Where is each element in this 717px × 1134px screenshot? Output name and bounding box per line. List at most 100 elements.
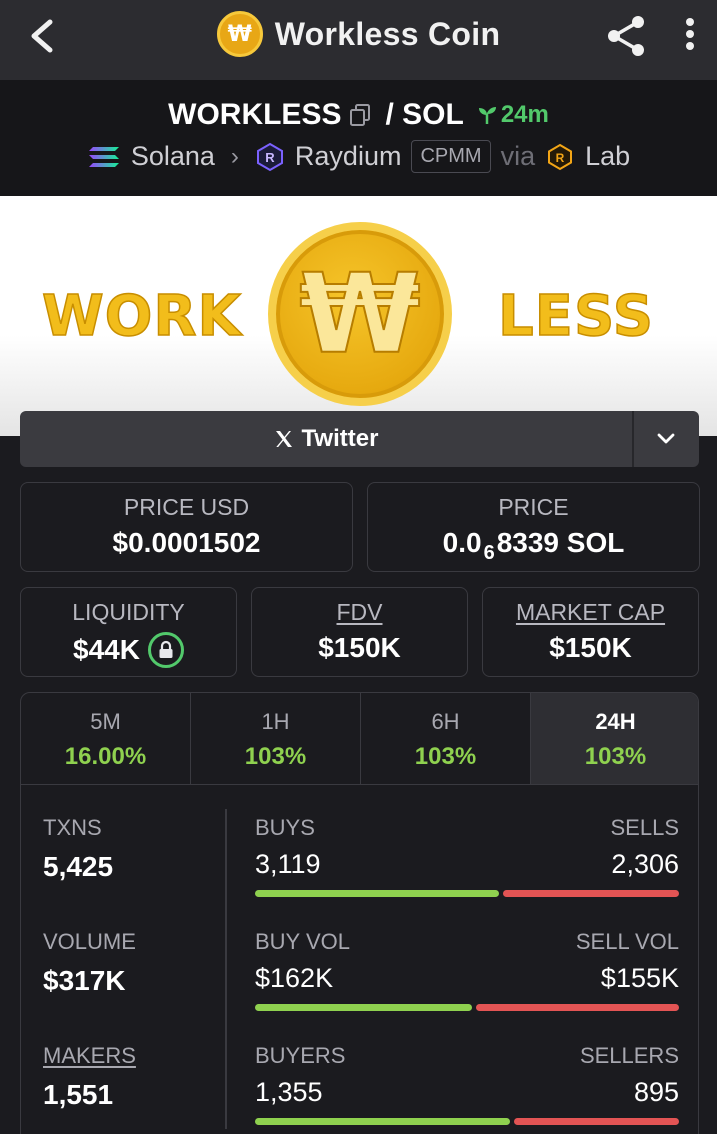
buyers-sellers-split: BUYERS SELLERS 1,355 895 (255, 1043, 679, 1125)
buy-vol-value: $162K (255, 963, 334, 993)
tab-24h[interactable]: 24H 103% (531, 693, 698, 784)
sellers-bar-fill (514, 1118, 679, 1125)
market-cap-label[interactable]: MARKET CAP (483, 599, 698, 626)
twitter-button[interactable]: Twitter (20, 411, 632, 467)
coin-logo-icon: ₩ (216, 11, 263, 57)
pair-age: 24m (476, 101, 549, 129)
raydium-logo-icon: R (256, 142, 283, 171)
buys-value: 3,119 (255, 849, 321, 879)
buys-sells-bar (255, 890, 679, 897)
pool-type-badge: CPMM (411, 140, 491, 173)
sell-vol-bar-fill (475, 1004, 679, 1011)
tab-6h[interactable]: 6H 103% (361, 693, 531, 784)
buyers-label: BUYERS (255, 1043, 346, 1068)
fdv-label[interactable]: FDV (252, 599, 467, 626)
more-vertical-icon[interactable] (678, 14, 702, 58)
pair-route: Solana › R Raydium CPMM via R Lab (0, 140, 717, 173)
sellers-value: 895 (633, 1077, 679, 1107)
market-cap-card: MARKET CAP $150K (482, 587, 699, 677)
price-native-label: PRICE (498, 494, 569, 520)
price-native-suffix: 8339 SOL (496, 527, 625, 558)
sells-bar-fill (502, 890, 679, 897)
buys-bar-fill (255, 890, 499, 897)
tab-1h-label: 1H (261, 709, 290, 734)
dex-link[interactable]: Raydium (295, 141, 402, 172)
chevron-right-icon: › (230, 142, 239, 170)
socials-bar: Twitter (20, 411, 699, 467)
lock-icon[interactable] (147, 632, 184, 668)
tab-5m-label: 5M (90, 709, 121, 734)
pair-header: WORKLESS / SOL 24m Solana › R Raydium CP… (0, 80, 717, 196)
twitter-label: Twitter (301, 425, 379, 452)
chain-link[interactable]: Solana (131, 141, 215, 172)
coin-emblem-icon: ₩ (268, 222, 452, 406)
makers-metric: MAKERS 1,551 (43, 1043, 136, 1111)
tab-6h-label: 6H (431, 709, 460, 734)
tab-6h-change: 103% (414, 743, 477, 770)
txns-value: 5,425 (43, 851, 114, 882)
buyers-bar-fill (255, 1118, 511, 1125)
sell-vol-label: SELL VOL (575, 929, 679, 954)
solana-logo-icon (88, 146, 119, 167)
buyers-bar (255, 1118, 679, 1125)
tab-5m[interactable]: 5M 16.00% (21, 693, 191, 784)
share-icon[interactable] (602, 12, 650, 60)
trading-stats-panel: 5M 16.00% 1H 103% 6H 103% 24H 103% TXNS … (20, 692, 699, 1134)
buy-vol-label: BUY VOL (255, 929, 350, 954)
page-title: Workless Coin (274, 15, 501, 52)
buyers-value: 1,355 (255, 1077, 323, 1107)
buy-vol-bar-fill (255, 1004, 472, 1011)
price-usd-value: $0.0001502 (112, 527, 261, 558)
price-native-zeros: 6 (483, 541, 495, 564)
socials-expand-button[interactable] (633, 411, 699, 467)
liquidity-card: LIQUIDITY $44K (20, 587, 237, 677)
buys-label: BUYS (255, 815, 315, 840)
coin-emblem-symbol: ₩ (298, 249, 421, 379)
copy-icon[interactable] (349, 103, 371, 127)
buys-sells-split: BUYS SELLS 3,119 2,306 (255, 815, 679, 897)
price-native-value: 0.0 6 8339 SOL (368, 527, 699, 564)
banner-text-right: LESS (497, 283, 655, 350)
fdv-card: FDV $150K (251, 587, 468, 677)
banner-text-left: WORK (41, 283, 242, 350)
makers-label[interactable]: MAKERS (43, 1043, 136, 1069)
price-usd-card: PRICE USD $0.0001502 (20, 482, 353, 572)
pair-age-text: 24m (500, 101, 549, 128)
tab-24h-change: 103% (584, 743, 647, 770)
liquidity-value-row: $44K (21, 632, 236, 668)
sells-label: SELLS (610, 815, 680, 840)
market-cap-value: $150K (549, 632, 632, 663)
timeframe-tabs: 5M 16.00% 1H 103% 6H 103% 24H 103% (21, 693, 698, 785)
lab-logo-icon: R (548, 143, 573, 170)
volume-value: $317K (43, 965, 126, 996)
price-native-prefix: 0.0 (442, 527, 482, 558)
fdv-value: $150K (318, 632, 401, 663)
chevron-down-icon (657, 433, 675, 444)
app-bar: ₩ Workless Coin (0, 0, 717, 80)
pair-symbols: WORKLESS / SOL 24m (0, 98, 717, 132)
tab-1h-change: 103% (244, 743, 307, 770)
quote-symbol: / SOL (385, 98, 464, 131)
sell-vol-value: $155K (600, 963, 679, 993)
volume-metric: VOLUME $317K (43, 929, 136, 997)
via-text: via (500, 141, 536, 171)
liquidity-label: LIQUIDITY (72, 599, 185, 625)
sellers-label: SELLERS (579, 1043, 679, 1068)
txns-metric: TXNS 5,425 (43, 815, 113, 883)
buyvol-sellvol-split: BUY VOL SELL VOL $162K $155K (255, 929, 679, 1011)
price-native-card: PRICE 0.0 6 8339 SOL (367, 482, 700, 572)
token-banner: WORK ₩ LESS (0, 196, 717, 436)
tab-24h-label: 24H (595, 709, 636, 734)
makers-value: 1,551 (43, 1079, 114, 1110)
sprout-icon (478, 107, 496, 124)
volume-bar (255, 1004, 679, 1011)
liquidity-value: $44K (73, 634, 140, 665)
txns-label: TXNS (43, 815, 102, 840)
svg-text:R: R (556, 151, 565, 165)
volume-label: VOLUME (43, 929, 136, 954)
base-symbol: WORKLESS (168, 98, 342, 131)
x-logo-icon (275, 431, 292, 447)
launchpad-link[interactable]: Lab (585, 141, 630, 172)
price-usd-label: PRICE USD (123, 494, 250, 520)
tab-1h[interactable]: 1H 103% (191, 693, 361, 784)
